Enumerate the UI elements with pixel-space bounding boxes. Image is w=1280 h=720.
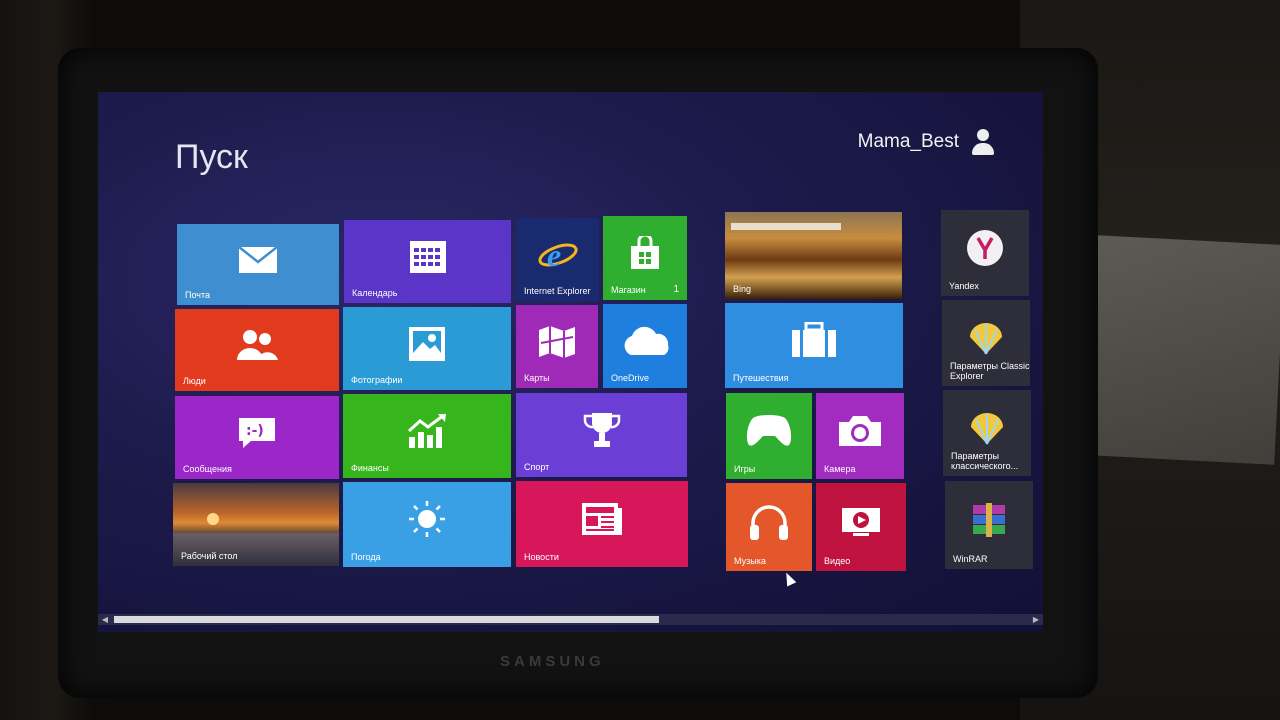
tile-label: Спорт xyxy=(524,462,550,472)
tile-camera[interactable]: Камера xyxy=(816,393,904,479)
tile-label: Музыка xyxy=(734,556,766,566)
tile-music[interactable]: Музыка xyxy=(726,483,812,571)
mouse-cursor-icon xyxy=(781,570,797,587)
trophy-icon xyxy=(583,412,620,447)
tile-label: Параметры классического... xyxy=(951,451,1019,471)
scroll-right-arrow-icon[interactable]: ▶ xyxy=(1029,614,1043,625)
svg-text:e: e xyxy=(547,237,561,273)
tile-label: Параметры Classic Explorer xyxy=(950,361,1030,381)
internet-explorer-icon: e xyxy=(537,237,578,273)
tile-label: Календарь xyxy=(352,288,398,298)
tile-travel[interactable]: Путешествия xyxy=(725,303,903,388)
tile-label: Магазин xyxy=(611,285,646,295)
tile-store[interactable]: Магазин 1 xyxy=(603,216,687,300)
headphones-icon xyxy=(750,504,788,540)
people-icon xyxy=(237,330,278,361)
shell-icon xyxy=(971,412,1003,445)
tile-label: Камера xyxy=(824,464,856,474)
tile-messages[interactable]: :-) Сообщения xyxy=(175,396,339,479)
desktop-wallpaper xyxy=(207,513,219,525)
start-screen: Пуск Mama_Best Почта Календарь e Interne… xyxy=(98,92,1043,632)
tile-label: Новости xyxy=(524,552,559,562)
messaging-icon: :-) xyxy=(239,417,275,448)
video-play-icon xyxy=(842,507,880,536)
user-account[interactable]: Mama_Best xyxy=(858,128,997,156)
tile-label: Карты xyxy=(524,373,550,383)
tile-calendar[interactable]: Календарь xyxy=(344,220,511,303)
tile-label: Люди xyxy=(183,376,206,386)
tile-label: Финансы xyxy=(351,463,389,473)
tile-internet-explorer[interactable]: e Internet Explorer xyxy=(516,218,599,301)
suitcase-icon xyxy=(792,322,836,358)
yandex-icon xyxy=(967,229,1003,266)
tile-yandex[interactable]: Yandex xyxy=(941,210,1029,296)
tile-label: Почта xyxy=(185,290,210,300)
tile-video[interactable]: Видео xyxy=(816,483,906,571)
tile-news[interactable]: Новости xyxy=(516,481,688,567)
shell-icon xyxy=(970,322,1002,355)
tile-label: WinRAR xyxy=(953,554,988,564)
svg-text::-): :-) xyxy=(246,423,264,439)
scroll-left-arrow-icon[interactable]: ◀ xyxy=(98,614,112,625)
tile-label: Видео xyxy=(824,556,851,566)
tile-label: OneDrive xyxy=(611,373,650,383)
tile-weather[interactable]: Погода xyxy=(343,482,511,567)
tile-finance[interactable]: Финансы xyxy=(343,394,511,478)
tile-maps[interactable]: Карты xyxy=(516,305,598,388)
tile-label: Игры xyxy=(734,464,756,474)
tile-desktop[interactable]: Рабочий стол xyxy=(173,483,339,566)
tile-label: Фотографии xyxy=(351,375,403,385)
tile-classic-shell-settings[interactable]: Параметры классического... xyxy=(943,390,1031,476)
tile-photos[interactable]: Фотографии xyxy=(343,307,511,390)
store-icon xyxy=(631,235,659,269)
tile-label: Internet Explorer xyxy=(524,286,591,296)
tile-label: Погода xyxy=(351,552,381,562)
mail-icon xyxy=(238,245,278,273)
winrar-icon xyxy=(973,502,1005,537)
tile-label: Рабочий стол xyxy=(181,551,238,561)
monitor-brand: SAMSUNG xyxy=(500,653,605,670)
tile-mail[interactable]: Почта xyxy=(177,224,339,305)
tile-label: Yandex xyxy=(949,281,979,291)
tile-sport[interactable]: Спорт xyxy=(516,393,687,477)
scrollbar-thumb[interactable] xyxy=(114,616,659,623)
calendar-icon xyxy=(409,240,446,273)
maps-icon xyxy=(539,325,575,358)
tile-label: Путешествия xyxy=(733,373,789,383)
page-title: Пуск xyxy=(175,138,248,176)
news-icon xyxy=(582,502,622,535)
background-papers xyxy=(1084,235,1280,465)
tile-winrar[interactable]: WinRAR xyxy=(945,481,1033,569)
photos-icon xyxy=(409,326,445,361)
horizontal-scrollbar[interactable]: ◀ ▶ xyxy=(98,614,1043,625)
tile-bing[interactable]: Bing xyxy=(725,212,902,299)
cloud-icon xyxy=(624,326,669,355)
xbox-controller-icon xyxy=(746,414,792,446)
finance-chart-icon xyxy=(407,413,446,448)
user-name: Mama_Best xyxy=(857,131,959,152)
store-badge: 1 xyxy=(673,284,679,295)
tile-games[interactable]: Игры xyxy=(726,393,812,479)
tile-label: Bing xyxy=(733,284,752,294)
desktop-wallpaper-water xyxy=(173,533,339,566)
tile-label: Сообщения xyxy=(183,464,232,474)
camera-icon xyxy=(839,415,881,446)
tile-classic-explorer-settings[interactable]: Параметры Classic Explorer xyxy=(942,300,1030,386)
sun-icon xyxy=(409,501,445,538)
bing-search-box xyxy=(731,223,841,230)
tile-onedrive[interactable]: OneDrive xyxy=(603,304,687,388)
tile-people[interactable]: Люди xyxy=(175,309,339,391)
user-avatar-icon xyxy=(969,128,997,156)
